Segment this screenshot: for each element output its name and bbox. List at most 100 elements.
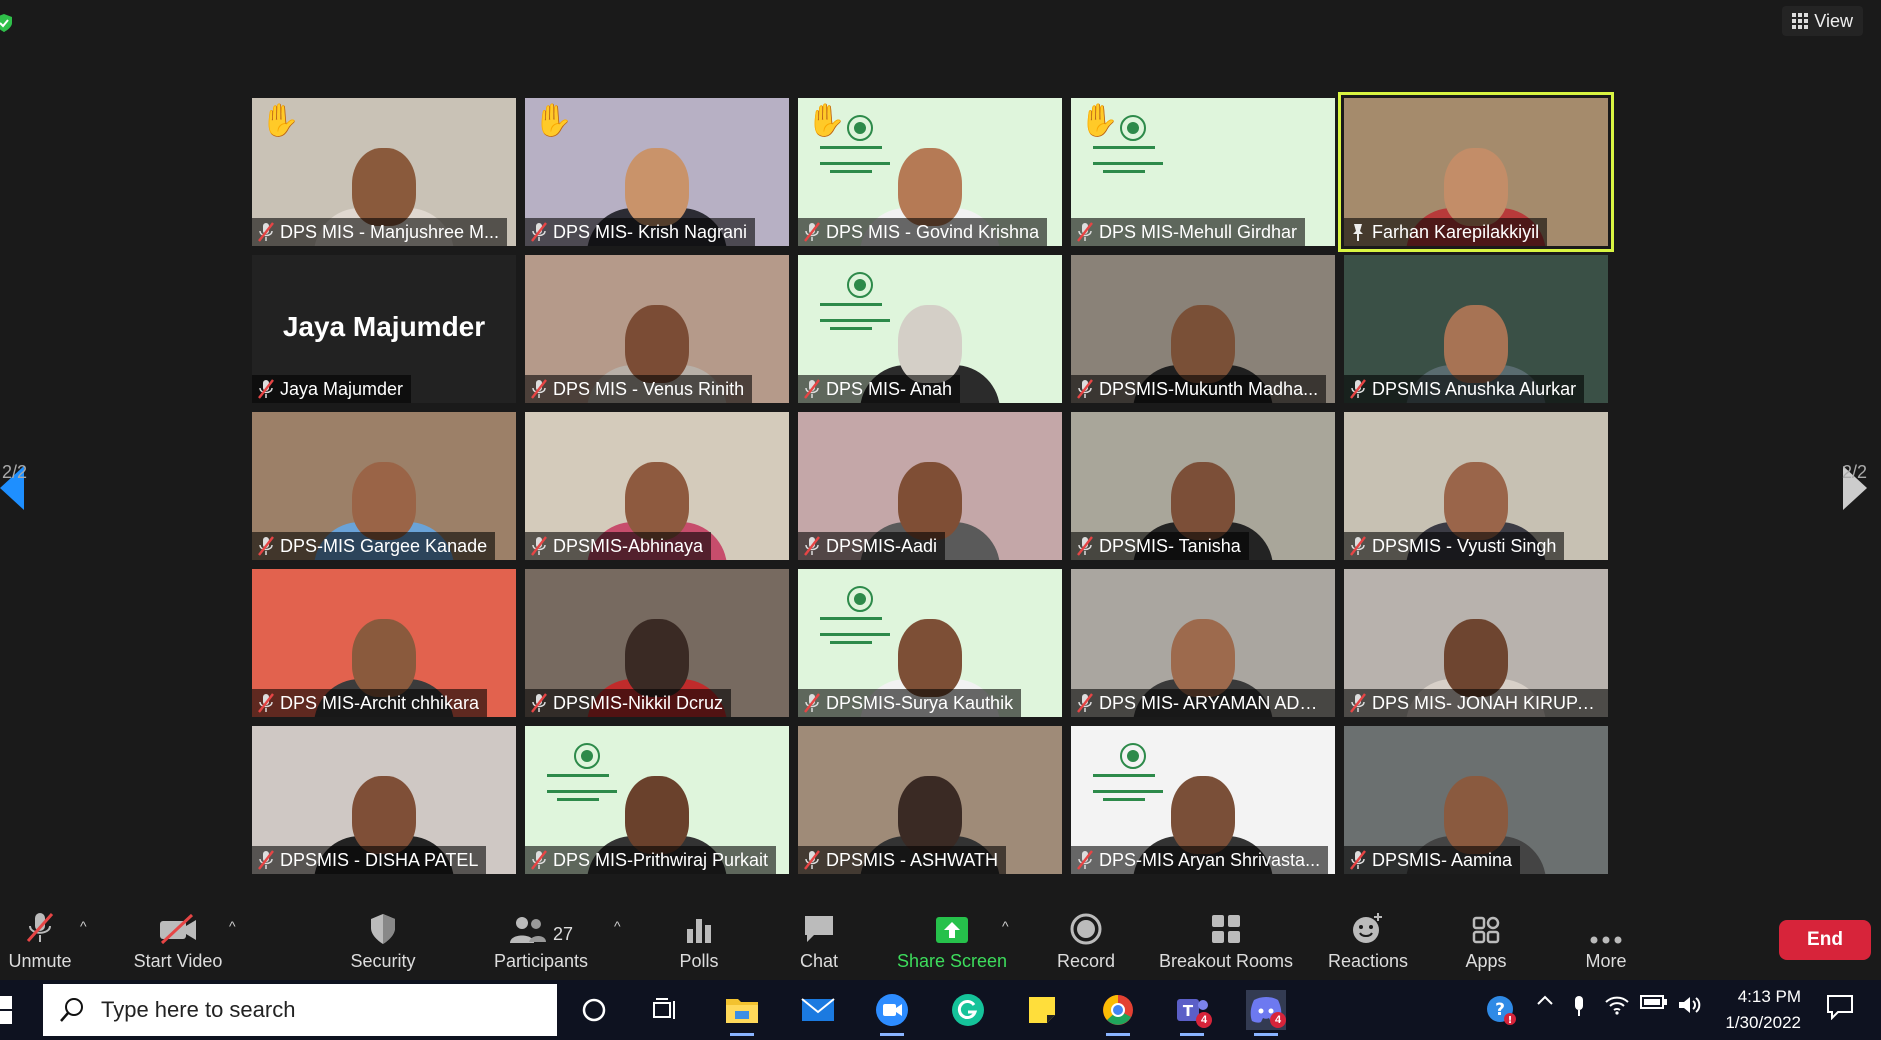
microphone-muted-icon: [258, 536, 274, 556]
polls-button[interactable]: Polls: [662, 902, 736, 980]
participant-tile[interactable]: DPS MIS- JONAH KIRUPA...: [1344, 569, 1608, 717]
security-shield-icon: [0, 14, 12, 32]
wifi-icon[interactable]: [1604, 994, 1630, 1016]
microphone-muted-icon: [258, 222, 274, 242]
participant-tile[interactable]: DPSMIS-Abhinaya: [525, 412, 789, 560]
teams-icon[interactable]: T 4: [1172, 990, 1212, 1036]
participant-tile[interactable]: DPSMIS - DISHA PATEL: [252, 726, 516, 874]
chat-bubble-icon: [802, 911, 836, 945]
record-label: Record: [1056, 950, 1116, 971]
participant-tile[interactable]: DPS MIS - Venus Rinith: [525, 255, 789, 403]
participant-name: DPSMIS - ASHWATH: [826, 849, 999, 870]
microphone-tray-icon[interactable]: [1568, 994, 1590, 1018]
participant-name-label: DPS MIS-Archit chhikara: [252, 689, 488, 717]
participant-tile[interactable]: DPS MIS-Prithwiraj Purkait: [525, 726, 789, 874]
participant-count: 27: [552, 923, 574, 944]
participant-name: DPSMIS- Aamina: [1372, 849, 1513, 870]
polls-label: Polls: [679, 950, 719, 971]
chat-label: Chat: [799, 950, 839, 971]
participant-tile[interactable]: DPSMIS-Mukunth Madha...: [1071, 255, 1335, 403]
share-options-caret-icon[interactable]: ^: [1002, 918, 1009, 934]
task-view-icon[interactable]: [646, 990, 686, 1030]
audio-options-caret-icon[interactable]: ^: [80, 918, 87, 934]
sticky-notes-icon[interactable]: [1022, 990, 1062, 1030]
participant-tile[interactable]: DPSMIS- Aamina: [1344, 726, 1608, 874]
taskbar-search-box[interactable]: [43, 984, 557, 1036]
participants-button[interactable]: 27 Participants: [490, 902, 592, 980]
participant-tile[interactable]: DPSMIS-Nikkil Dcruz: [525, 569, 789, 717]
participant-name-label: DPS MIS-Prithwiraj Purkait: [525, 846, 777, 874]
notifications-icon[interactable]: [1822, 994, 1858, 1020]
file-explorer-icon[interactable]: [722, 990, 762, 1036]
svg-text:?: ?: [1495, 1000, 1505, 1020]
chrome-profile-icon[interactable]: [1098, 990, 1138, 1036]
battery-icon[interactable]: [1640, 994, 1668, 1010]
participant-name-label: DPSMIS - DISHA PATEL: [252, 846, 487, 874]
record-button[interactable]: Record: [1048, 902, 1124, 980]
unmute-button[interactable]: Unmute: [0, 902, 80, 980]
participant-name: DPS MIS-Prithwiraj Purkait: [553, 849, 769, 870]
participant-tile[interactable]: Jaya Majumder Jaya Majumder: [252, 255, 516, 403]
discord-icon[interactable]: 4: [1246, 990, 1286, 1036]
zoom-app-icon[interactable]: [872, 990, 912, 1036]
apps-button[interactable]: Apps: [1456, 902, 1516, 980]
apps-label: Apps: [1465, 950, 1507, 971]
taskbar-clock[interactable]: 4:13 PM 1/30/2022: [1725, 984, 1801, 1036]
participant-tile[interactable]: ✋ DPS MIS-Mehull Girdhar: [1071, 98, 1335, 246]
participant-name: DPSMIS - DISHA PATEL: [280, 849, 479, 870]
taskbar-search-input[interactable]: [99, 996, 523, 1024]
participant-tile[interactable]: ✋ DPS MIS- Krish Nagrani: [525, 98, 789, 246]
participants-options-caret-icon[interactable]: ^: [614, 918, 621, 934]
microphone-muted-icon: [258, 693, 274, 713]
more-button[interactable]: More: [1578, 902, 1634, 980]
share-screen-icon: [934, 911, 970, 945]
participant-tile[interactable]: DPSMIS-Aadi: [798, 412, 1062, 560]
windows-start-icon[interactable]: [0, 996, 24, 1024]
participant-tile[interactable]: DPS MIS- ARYAMAN ADH...: [1071, 569, 1335, 717]
participant-tile[interactable]: DPSMIS - ASHWATH: [798, 726, 1062, 874]
microphone-muted-icon: [804, 536, 820, 556]
microphone-muted-icon: [1077, 850, 1093, 870]
participant-tile[interactable]: DPS MIS- Anah: [798, 255, 1062, 403]
breakout-rooms-button[interactable]: Breakout Rooms: [1154, 902, 1298, 980]
microphone-muted-icon: [804, 379, 820, 399]
participant-tile[interactable]: DPSMIS Anushka Alurkar: [1344, 255, 1608, 403]
participant-tile[interactable]: DPS-MIS Gargee Kanade: [252, 412, 516, 560]
participant-tile[interactable]: DPS MIS-Archit chhikara: [252, 569, 516, 717]
cortana-circle-icon[interactable]: [574, 990, 614, 1030]
participant-tile[interactable]: DPSMIS - Vyusti Singh: [1344, 412, 1608, 560]
mail-icon[interactable]: [798, 990, 838, 1030]
participant-name-label: DPS MIS - Manjushree M...: [252, 218, 508, 246]
help-notification-icon[interactable]: ? !: [1484, 994, 1518, 1026]
polls-bar-chart-icon: [684, 911, 714, 945]
participant-name: DPS MIS - Manjushree M...: [280, 221, 500, 242]
participant-name-label: DPSMIS-Mukunth Madha...: [1071, 375, 1327, 403]
security-button[interactable]: Security: [340, 902, 426, 980]
show-hidden-icons-chevron-up-icon[interactable]: [1534, 994, 1556, 1006]
participant-name: Jaya Majumder: [280, 378, 404, 399]
view-button[interactable]: View: [1782, 6, 1863, 36]
start-video-button[interactable]: Start Video: [124, 902, 232, 980]
microphone-muted-icon: [531, 693, 547, 713]
meeting-toolbar: Unmute ^ Start Video ^ Security 27 Parti…: [0, 902, 1881, 980]
microphone-muted-icon: [531, 222, 547, 242]
raised-hand-icon: ✋: [806, 102, 846, 138]
participant-tile[interactable]: Farhan Karepilakkiyil: [1338, 92, 1614, 252]
participant-display-name: Jaya Majumder: [282, 311, 486, 342]
reactions-button[interactable]: Reactions: [1322, 902, 1414, 980]
video-options-caret-icon[interactable]: ^: [229, 918, 236, 934]
participant-tile[interactable]: ✋ DPS MIS - Govind Krishna: [798, 98, 1062, 246]
clock-date: 1/30/2022: [1725, 1013, 1801, 1032]
volume-icon[interactable]: [1676, 994, 1704, 1016]
participant-tile[interactable]: DPSMIS- Tanisha: [1071, 412, 1335, 560]
chat-button[interactable]: Chat: [782, 902, 856, 980]
share-screen-button[interactable]: Share Screen: [894, 902, 1010, 980]
participant-tile[interactable]: DPS-MIS Aryan Shrivasta...: [1071, 726, 1335, 874]
participant-head: [1444, 462, 1508, 540]
participant-tile[interactable]: ✋ DPS MIS - Manjushree M...: [252, 98, 516, 246]
grammarly-icon[interactable]: [948, 990, 988, 1030]
participant-head: [1171, 776, 1235, 854]
end-meeting-button[interactable]: End: [1779, 920, 1871, 960]
participant-tile[interactable]: DPSMIS-Surya Kauthik: [798, 569, 1062, 717]
participant-name-label: DPSMIS - ASHWATH: [798, 846, 1007, 874]
